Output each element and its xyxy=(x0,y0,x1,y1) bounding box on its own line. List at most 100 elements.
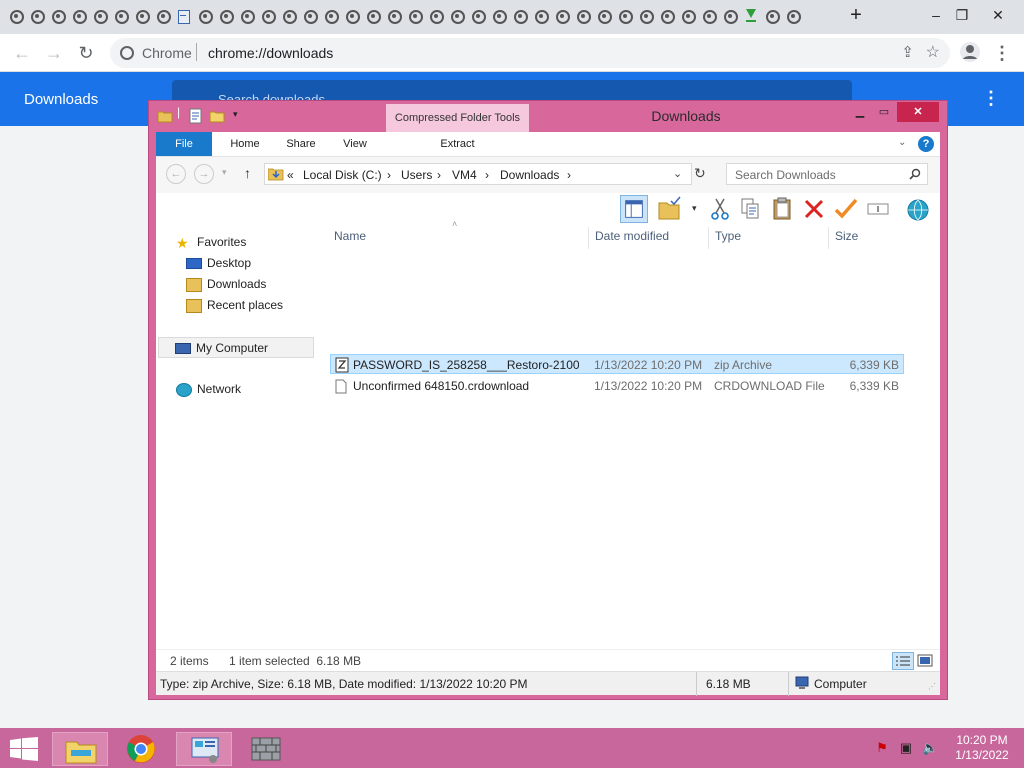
address-dropdown-icon[interactable]: ⌄ xyxy=(673,167,682,180)
tab-favicon-icon[interactable] xyxy=(470,8,486,24)
tab-favicon-icon[interactable] xyxy=(218,8,234,24)
large-icons-view-icon[interactable] xyxy=(916,652,934,670)
breadcrumb-sep[interactable]: › xyxy=(567,168,571,182)
tab-favicon-icon[interactable] xyxy=(155,8,171,24)
breadcrumb-prefix[interactable]: « xyxy=(287,168,294,182)
preview-pane-icon[interactable] xyxy=(620,195,648,223)
tab-favicon-icon[interactable] xyxy=(449,8,465,24)
tab-favicon-icon[interactable] xyxy=(260,8,276,24)
column-divider[interactable] xyxy=(828,227,829,249)
refresh-icon[interactable]: ↻ xyxy=(694,165,706,182)
taskbar-firewall[interactable] xyxy=(238,732,294,766)
network-tray-icon[interactable]: ▣ xyxy=(898,740,914,756)
tab-file[interactable]: File xyxy=(156,132,212,156)
nav-favorites[interactable]: ★ Favorites xyxy=(176,235,246,250)
tab-favicon-icon[interactable] xyxy=(134,8,150,24)
downloads-menu-icon[interactable]: ⋮ xyxy=(982,88,1000,109)
tab-favicon-icon[interactable] xyxy=(722,8,738,24)
omnibox[interactable]: Chrome chrome://downloads ⇪ ☆ xyxy=(110,38,950,68)
file-row-crdownload[interactable]: Unconfirmed 648150.crdownload 1/13/2022 … xyxy=(330,376,904,396)
breadcrumb-downloads[interactable]: Downloads xyxy=(500,168,559,182)
explorer-search-input[interactable]: Search Downloads xyxy=(726,163,928,185)
column-size[interactable]: Size xyxy=(835,229,858,243)
tab-favicon-icon[interactable] xyxy=(428,8,444,24)
chrome-menu-icon[interactable]: ⋮ xyxy=(990,41,1014,65)
tab-favicon-icon[interactable] xyxy=(596,8,612,24)
tab-favicon-icon[interactable] xyxy=(197,8,213,24)
nav-desktop[interactable]: Desktop xyxy=(186,256,251,270)
profile-icon[interactable] xyxy=(958,41,982,65)
tab-favicon-icon[interactable] xyxy=(554,8,570,24)
restore-button[interactable]: ❐ xyxy=(944,0,980,30)
system-clock[interactable]: 10:20 PM 1/13/2022 xyxy=(944,733,1020,763)
paste-icon[interactable] xyxy=(768,195,796,223)
tab-favicon-icon[interactable] xyxy=(239,8,255,24)
explorer-close-button[interactable]: ✕ xyxy=(897,102,939,122)
taskbar-control-panel[interactable] xyxy=(176,732,232,766)
taskbar-explorer[interactable] xyxy=(52,732,108,766)
taskbar-chrome[interactable] xyxy=(114,732,170,766)
address-bar[interactable]: « Local Disk (C:) › Users › VM4 › Downlo… xyxy=(264,163,692,185)
reload-button[interactable]: ↻ xyxy=(74,41,98,65)
tab-favicon-icon[interactable] xyxy=(50,8,66,24)
details-view-icon[interactable] xyxy=(892,652,914,670)
tab-share[interactable]: Share xyxy=(276,132,326,156)
file-row-zip[interactable]: PASSWORD_IS_258258___Restoro-2100-Cr 1/1… xyxy=(330,354,904,374)
tab-favicon-icon[interactable] xyxy=(701,8,717,24)
tab-favicon-icon[interactable] xyxy=(785,8,801,24)
breadcrumb-sep[interactable]: › xyxy=(387,168,391,182)
help-icon[interactable]: ? xyxy=(918,136,934,152)
flag-alert-icon[interactable]: ⚑ xyxy=(874,740,890,756)
tab-favicon-icon[interactable] xyxy=(407,8,423,24)
tab-favicon-icon[interactable] xyxy=(764,8,780,24)
rename-field-icon[interactable] xyxy=(864,195,892,223)
back-button[interactable]: ← xyxy=(10,41,34,65)
tab-favicon-icon[interactable] xyxy=(344,8,360,24)
breadcrumb-sep[interactable]: › xyxy=(437,168,441,182)
tab-favicon-icon[interactable] xyxy=(386,8,402,24)
omnibox-url[interactable]: chrome://downloads xyxy=(208,45,333,61)
tab-favicon-icon[interactable] xyxy=(638,8,654,24)
tab-favicon-icon[interactable] xyxy=(659,8,675,24)
resize-grip-icon[interactable]: ⋰ xyxy=(928,682,936,691)
folder-options-icon[interactable] xyxy=(656,195,684,223)
tab-favicon-icon[interactable] xyxy=(323,8,339,24)
recent-locations-icon[interactable]: ▾ xyxy=(222,167,227,178)
tab-document-icon[interactable] xyxy=(176,8,192,24)
nav-recent-places[interactable]: Recent places xyxy=(186,298,283,313)
nav-network[interactable]: Network xyxy=(176,382,241,397)
volume-muted-icon[interactable]: 🔈 xyxy=(922,740,938,756)
tab-extract[interactable]: Extract xyxy=(386,132,529,156)
delete-icon[interactable] xyxy=(800,195,828,223)
tab-favicon-icon[interactable] xyxy=(71,8,87,24)
breadcrumb-sep[interactable]: › xyxy=(485,168,489,182)
new-tab-button[interactable]: + xyxy=(838,0,874,30)
column-type[interactable]: Type xyxy=(715,229,741,243)
tab-favicon-icon[interactable] xyxy=(92,8,108,24)
tab-favicon-icon[interactable] xyxy=(8,8,24,24)
tab-view[interactable]: View xyxy=(332,132,378,156)
column-name[interactable]: Name xyxy=(334,229,366,243)
folder-options-dropdown-icon[interactable]: ▾ xyxy=(692,203,697,214)
column-divider[interactable] xyxy=(708,227,709,249)
tab-favicon-icon[interactable] xyxy=(113,8,129,24)
tab-favicon-icon[interactable] xyxy=(575,8,591,24)
up-arrow-icon[interactable]: ↑ xyxy=(244,165,251,181)
tab-favicon-icon[interactable] xyxy=(365,8,381,24)
tab-favicon-icon[interactable] xyxy=(533,8,549,24)
tab-favicon-icon[interactable] xyxy=(281,8,297,24)
explorer-forward-button[interactable]: → xyxy=(194,164,214,184)
forward-button[interactable]: → xyxy=(42,41,66,65)
bookmark-star-icon[interactable]: ☆ xyxy=(926,42,940,62)
column-divider[interactable] xyxy=(588,227,589,249)
share-icon[interactable]: ⇪ xyxy=(901,43,914,61)
rename-check-icon[interactable] xyxy=(832,195,860,223)
explorer-minimize-button[interactable]: ▁ xyxy=(849,102,871,122)
tab-favicon-icon[interactable] xyxy=(302,8,318,24)
copy-icon[interactable] xyxy=(736,195,764,223)
close-button[interactable]: ✕ xyxy=(980,0,1016,30)
breadcrumb-local-disk[interactable]: Local Disk (C:) xyxy=(303,168,382,182)
column-date-modified[interactable]: Date modified xyxy=(595,229,669,243)
explorer-maximize-button[interactable]: ▭ xyxy=(873,102,895,122)
breadcrumb-vm4[interactable]: VM4 xyxy=(452,168,477,182)
